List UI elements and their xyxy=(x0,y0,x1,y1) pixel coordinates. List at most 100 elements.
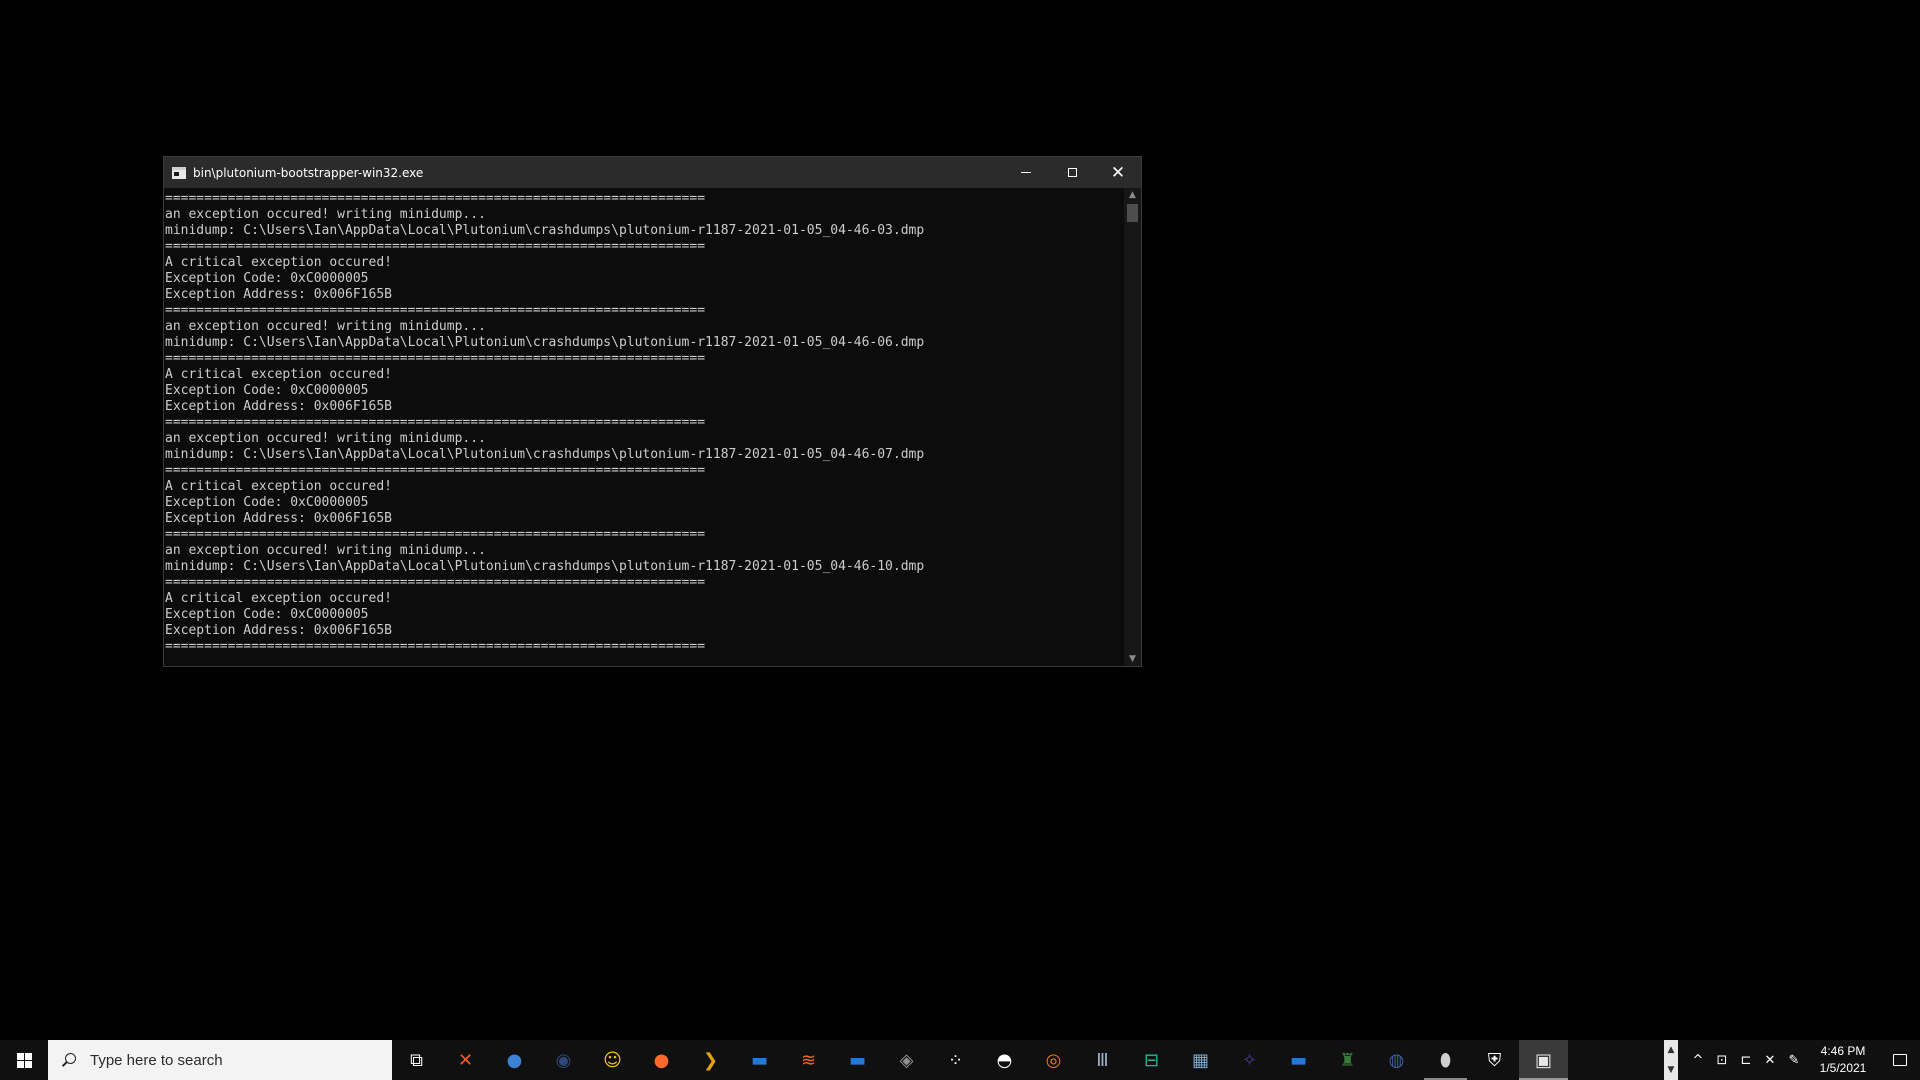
maximize-button[interactable] xyxy=(1049,157,1095,188)
console-line: minidump: C:\Users\Ian\AppData\Local\Plu… xyxy=(165,447,925,462)
origin-dev-icon: ✕ xyxy=(457,1049,474,1071)
console-line: ========================================… xyxy=(165,639,706,654)
egg-app-icon: ⬮ xyxy=(1439,1049,1452,1071)
orange-app-icon: ≋ xyxy=(800,1049,817,1071)
firefox-icon: ● xyxy=(653,1049,670,1071)
console-line: ========================================… xyxy=(165,415,706,430)
maximize-icon xyxy=(1067,168,1077,177)
gamepad-app-icon: ⊟ xyxy=(1143,1049,1160,1071)
search-icon xyxy=(62,1053,76,1067)
taskbar-button-firefox[interactable]: ● xyxy=(637,1040,686,1080)
console-line: Exception Code: 0xC0000005 xyxy=(165,495,369,510)
console-line: ========================================… xyxy=(165,303,706,318)
taskbar: Type here to search ⧉ ✕ ● ◉ ☺ ● ❯ ▬ ≋ ▬ ◈ ⁘ ◓ ◎ Ⅲ ⊟ ▦ ✧ ▬ ♜… xyxy=(0,1040,1920,1080)
console-line: Exception Code: 0xC0000005 xyxy=(165,607,369,622)
console-line: Exception Address: 0x006F165B xyxy=(165,623,392,638)
norton-icon: ☺ xyxy=(603,1049,622,1071)
equalizer-icon: Ⅲ xyxy=(1096,1049,1109,1071)
taskbar-button-discord-like[interactable]: ◓ xyxy=(980,1040,1029,1080)
meet-now-icon[interactable]: ⊡ xyxy=(1710,1053,1734,1068)
taskbar-apps: ⧉ ✕ ● ◉ ☺ ● ❯ ▬ ≋ ▬ ◈ ⁘ ◓ ◎ Ⅲ ⊟ ▦ ✧ ▬ ♜ ◍ ⬮ ⛨ ▣ xyxy=(392,1040,1568,1080)
console-line: ========================================… xyxy=(165,463,706,478)
discord-like-icon: ◓ xyxy=(996,1049,1013,1071)
notification-icon xyxy=(1893,1054,1907,1066)
pen-icon[interactable]: ✎ xyxy=(1782,1053,1806,1068)
scroll-down-icon[interactable]: ▼ xyxy=(1124,652,1141,666)
task-view-icon: ⧉ xyxy=(410,1049,423,1071)
network-icon[interactable]: ⊏ xyxy=(1734,1053,1758,1068)
explorer-window-icon: ▬ xyxy=(1289,1049,1307,1071)
taskbar-button-network-app[interactable]: ▦ xyxy=(1176,1040,1225,1080)
taskbar-button-steam[interactable]: ◉ xyxy=(539,1040,588,1080)
tray-scroll[interactable]: ▲ ▼ xyxy=(1664,1040,1678,1080)
console-window-icon: ▣ xyxy=(1534,1049,1552,1071)
console-app-icon xyxy=(172,166,186,179)
scroll-up-icon[interactable]: ▲ xyxy=(1124,188,1141,202)
virtualbox-icon: ◈ xyxy=(899,1049,914,1071)
volume-muted-icon[interactable]: ✕ xyxy=(1758,1053,1782,1068)
blender-icon: ◎ xyxy=(1045,1049,1062,1071)
taskbar-button-blender[interactable]: ◎ xyxy=(1029,1040,1078,1080)
console-line: Exception Address: 0x006F165B xyxy=(165,511,392,526)
console-line: an exception occured! writing minidump..… xyxy=(165,207,486,222)
taskbar-button-shield-app[interactable]: ⛨ xyxy=(1470,1040,1519,1080)
taskbar-button-file-explorer[interactable]: ▬ xyxy=(735,1040,784,1080)
console-line: ========================================… xyxy=(165,239,706,254)
taskbar-button-windows-store[interactable]: ▬ xyxy=(833,1040,882,1080)
windows-logo-icon xyxy=(16,1052,32,1068)
taskbar-button-task-view[interactable]: ⧉ xyxy=(392,1040,441,1080)
taskbar-button-gamepad-app[interactable]: ⊟ xyxy=(1127,1040,1176,1080)
console-cursor-line xyxy=(165,655,1123,666)
scroll-thumb[interactable] xyxy=(1127,204,1138,222)
console-window[interactable]: bin\plutonium-bootstrapper-win32.exe ✕ =… xyxy=(163,156,1142,667)
console-line: an exception occured! writing minidump..… xyxy=(165,543,486,558)
character-app-icon: ♜ xyxy=(1339,1049,1356,1071)
window-titlebar[interactable]: bin\plutonium-bootstrapper-win32.exe ✕ xyxy=(164,157,1141,188)
taskbar-button-explorer-window[interactable]: ▬ xyxy=(1274,1040,1323,1080)
console-line: Exception Code: 0xC0000005 xyxy=(165,271,369,286)
vertical-scrollbar[interactable]: ▲ ▼ xyxy=(1124,188,1141,666)
console-line: Exception Code: 0xC0000005 xyxy=(165,383,369,398)
purple-app-icon: ✧ xyxy=(1241,1049,1258,1071)
minimize-button[interactable] xyxy=(1003,157,1049,188)
taskbar-button-globe-app[interactable]: ◍ xyxy=(1372,1040,1421,1080)
clock-time: 4:46 PM xyxy=(1820,1044,1866,1058)
plex-icon: ❯ xyxy=(702,1049,719,1071)
close-button[interactable]: ✕ xyxy=(1095,157,1141,188)
taskbar-button-plex[interactable]: ❯ xyxy=(686,1040,735,1080)
clock-date: 1/5/2021 xyxy=(1819,1061,1867,1075)
console-line: ========================================… xyxy=(165,351,706,366)
console-line: ========================================… xyxy=(165,527,706,542)
system-tray: ▲ ▼ ^ ⊡ ⊏ ✕ ✎ 4:46 PM 1/5/2021 xyxy=(1664,1040,1920,1080)
minimize-icon xyxy=(1021,172,1031,173)
search-placeholder: Type here to search xyxy=(90,1051,223,1069)
search-box[interactable]: Type here to search xyxy=(48,1040,392,1080)
taskbar-button-chrome-canary[interactable]: ● xyxy=(490,1040,539,1080)
taskbar-button-norton[interactable]: ☺ xyxy=(588,1040,637,1080)
taskbar-button-character-app[interactable]: ♜ xyxy=(1323,1040,1372,1080)
taskbar-button-equalizer[interactable]: Ⅲ xyxy=(1078,1040,1127,1080)
chrome-canary-icon: ● xyxy=(506,1049,523,1071)
tray-icons: ⊡ ⊏ ✕ ✎ xyxy=(1710,1053,1806,1068)
show-hidden-icons-chevron-icon[interactable]: ^ xyxy=(1686,1053,1710,1068)
taskbar-button-dots-app[interactable]: ⁘ xyxy=(931,1040,980,1080)
console-line: an exception occured! writing minidump..… xyxy=(165,431,486,446)
taskbar-button-console-window[interactable]: ▣ xyxy=(1519,1040,1568,1080)
window-title: bin\plutonium-bootstrapper-win32.exe xyxy=(193,165,424,180)
taskbar-button-purple-app[interactable]: ✧ xyxy=(1225,1040,1274,1080)
network-app-icon: ▦ xyxy=(1191,1049,1209,1071)
close-icon: ✕ xyxy=(1110,162,1126,183)
console-line: A critical exception occured! xyxy=(165,255,392,270)
console-line: minidump: C:\Users\Ian\AppData\Local\Plu… xyxy=(165,559,925,574)
console-line: minidump: C:\Users\Ian\AppData\Local\Plu… xyxy=(165,223,925,238)
console-output[interactable]: ========================================… xyxy=(164,188,1124,666)
clock[interactable]: 4:46 PM 1/5/2021 xyxy=(1806,1043,1880,1077)
action-center-button[interactable] xyxy=(1880,1054,1920,1066)
taskbar-button-orange-app[interactable]: ≋ xyxy=(784,1040,833,1080)
taskbar-button-egg-app[interactable]: ⬮ xyxy=(1421,1040,1470,1080)
start-button[interactable] xyxy=(0,1040,48,1080)
steam-icon: ◉ xyxy=(555,1049,572,1071)
taskbar-button-virtualbox[interactable]: ◈ xyxy=(882,1040,931,1080)
taskbar-button-origin-dev[interactable]: ✕ xyxy=(441,1040,490,1080)
console-line: Exception Address: 0x006F165B xyxy=(165,399,392,414)
